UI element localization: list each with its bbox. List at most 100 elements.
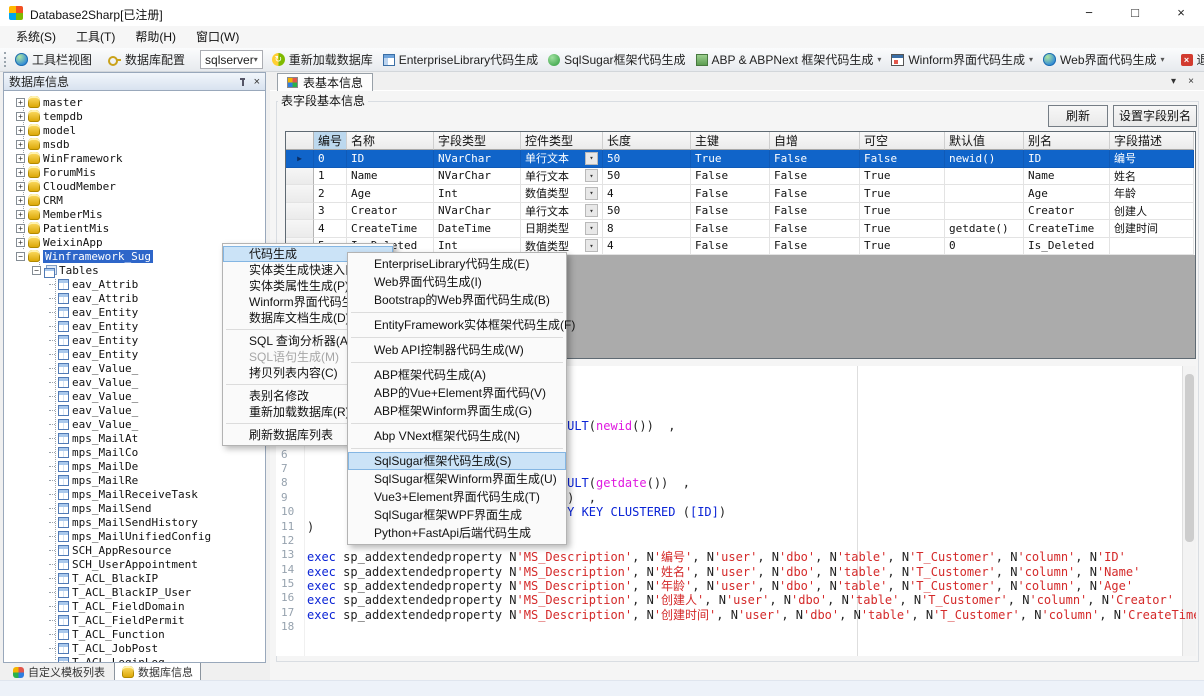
tree-node[interactable]: eav_Entity (49, 333, 138, 347)
grid-cell[interactable]: False (691, 185, 770, 203)
column-header-7[interactable]: 可空 (860, 132, 945, 150)
grid-cell[interactable]: 1 (314, 168, 347, 186)
grid-cell[interactable]: False (691, 238, 770, 256)
tree-expander-icon[interactable]: + (16, 182, 25, 191)
row-selector[interactable]: ▶ (286, 150, 314, 168)
column-header-2[interactable]: 字段类型 (434, 132, 521, 150)
grid-cell[interactable]: Creator (347, 203, 434, 221)
grid-cell[interactable]: True (860, 168, 945, 186)
tree-expander-icon[interactable]: + (16, 112, 25, 121)
tree-node[interactable]: −Winframework_Sug (16, 249, 153, 263)
column-header-4[interactable]: 长度 (603, 132, 691, 150)
grid-cell[interactable]: 2 (314, 185, 347, 203)
tree-node[interactable]: eav_Value_ (49, 389, 138, 403)
column-header-9[interactable]: 别名 (1024, 132, 1110, 150)
menu-item-4[interactable]: EntityFramework实体框架代码生成(F) (348, 316, 566, 334)
tree-expander-icon[interactable]: + (16, 98, 25, 107)
tree-node[interactable]: +CRM (16, 193, 63, 207)
tree-expander-icon[interactable]: + (16, 224, 25, 233)
grid-cell[interactable]: False (691, 203, 770, 221)
tree-expander-icon[interactable]: − (32, 266, 41, 275)
refresh-button[interactable]: 刷新 (1048, 105, 1108, 127)
grid-cell[interactable]: False (770, 203, 860, 221)
column-header-6[interactable]: 自增 (770, 132, 860, 150)
menu-item-0[interactable]: EnterpriseLibrary代码生成(E) (348, 255, 566, 273)
row-selector[interactable] (286, 220, 314, 238)
tree-node[interactable]: mps_MailCo (49, 445, 138, 459)
toolbar-winform-button[interactable]: Winform界面代码生成 ▾ (886, 49, 1038, 70)
tree-node[interactable]: eav_Attrib (49, 277, 138, 291)
maximize-button[interactable]: □ (1112, 0, 1158, 26)
grid-cell[interactable]: True (860, 238, 945, 256)
tree-node[interactable]: mps_MailSendHistory (49, 515, 198, 529)
menu-item-18[interactable]: Python+FastApi后端代码生成 (348, 524, 566, 542)
menu-item-8[interactable]: ABP框架代码生成(A) (348, 366, 566, 384)
grid-cell[interactable]: ID (347, 150, 434, 168)
toolbar-exit-button[interactable]: × 退出 (1176, 49, 1204, 70)
scrollbar-thumb[interactable] (1185, 374, 1194, 542)
menu-item-12[interactable]: Abp VNext框架代码生成(N) (348, 427, 566, 445)
grid-cell[interactable]: 日期类型▾ (521, 220, 603, 238)
column-header-8[interactable]: 默认值 (945, 132, 1024, 150)
grid-cell[interactable]: Name (1024, 168, 1110, 186)
grid-cell[interactable]: 4 (314, 220, 347, 238)
grid-cell[interactable]: 单行文本▾ (521, 150, 603, 168)
tree-node[interactable]: +MemberMis (16, 207, 103, 221)
grid-cell[interactable]: Age (1024, 185, 1110, 203)
grid-cell[interactable]: CreateTime (1024, 220, 1110, 238)
grid-cell[interactable]: Is_Deleted (1024, 238, 1110, 256)
tree-node[interactable]: mps_MailDe (49, 459, 138, 473)
grid-cell[interactable]: 单行文本▾ (521, 203, 603, 221)
grid-cell[interactable]: 创建时间 (1110, 220, 1194, 238)
grid-cell[interactable]: 年龄 (1110, 185, 1194, 203)
toolbar-grip[interactable] (4, 52, 6, 67)
grid-cell[interactable]: 0 (314, 150, 347, 168)
tree-expander-icon[interactable]: − (16, 252, 25, 261)
tree-node[interactable]: T_ACL_BlackIP_User (49, 585, 191, 599)
grid-cell[interactable]: 数值类型▾ (521, 185, 603, 203)
grid-cell[interactable]: False (770, 150, 860, 168)
grid-cell[interactable] (945, 185, 1024, 203)
tree-node[interactable]: mps_MailAt (49, 431, 138, 445)
grid-cell[interactable]: True (860, 220, 945, 238)
tree-node[interactable]: T_ACL_BlackIP (49, 571, 158, 585)
tree-node[interactable]: +WinFramework (16, 151, 122, 165)
grid-cell[interactable]: ID (1024, 150, 1110, 168)
grid-cell[interactable]: NVarChar (434, 168, 521, 186)
menu-item-15[interactable]: SqlSugar框架Winform界面生成(U) (348, 470, 566, 488)
grid-cell[interactable] (1110, 238, 1194, 256)
tree-node[interactable]: +WeixinApp (16, 235, 103, 249)
grid-cell[interactable]: DateTime (434, 220, 521, 238)
tree-node[interactable]: +ForumMis (16, 165, 96, 179)
grid-cell[interactable]: CreateTime (347, 220, 434, 238)
cell-dropdown-icon[interactable]: ▾ (585, 169, 598, 182)
grid-cell[interactable]: True (860, 185, 945, 203)
tree-node[interactable]: +msdb (16, 137, 70, 151)
menubar-item-3[interactable]: 窗口(W) (186, 26, 249, 48)
column-header-5[interactable]: 主键 (691, 132, 770, 150)
cell-dropdown-icon[interactable]: ▾ (585, 239, 598, 252)
menu-item-2[interactable]: Bootstrap的Web界面代码生成(B) (348, 291, 566, 309)
tree-node[interactable]: mps_MailReceiveTask (49, 487, 198, 501)
cell-dropdown-icon[interactable]: ▾ (585, 222, 598, 235)
tree-expander-icon[interactable]: + (16, 238, 25, 247)
menu-item-6[interactable]: Web API控制器代码生成(W) (348, 341, 566, 359)
grid-cell[interactable]: False (770, 220, 860, 238)
toolbar-abp-button[interactable]: ABP & ABPNext 框架代码生成 ▾ (691, 49, 887, 70)
tree-node[interactable]: eav_Entity (49, 347, 138, 361)
close-button[interactable]: × (1158, 0, 1204, 26)
menu-item-10[interactable]: ABP框架Winform界面生成(G) (348, 402, 566, 420)
panel-tab-1[interactable]: 数据库信息 (114, 663, 201, 681)
column-header-3[interactable]: 控件类型 (521, 132, 603, 150)
menu-item-1[interactable]: Web界面代码生成(I) (348, 273, 566, 291)
grid-cell[interactable]: 创建人 (1110, 203, 1194, 221)
grid-cell[interactable]: Creator (1024, 203, 1110, 221)
tree-node[interactable]: mps_MailUnifiedConfig (49, 529, 211, 543)
tree-node[interactable]: T_ACL_JobPost (49, 641, 158, 655)
column-header-10[interactable]: 字段描述 (1110, 132, 1194, 150)
grid-cell[interactable]: False (691, 220, 770, 238)
tree-node[interactable]: eav_Entity (49, 305, 138, 319)
grid-cell[interactable]: False (770, 238, 860, 256)
grid-cell[interactable]: 8 (603, 220, 691, 238)
cell-dropdown-icon[interactable]: ▾ (585, 152, 598, 165)
